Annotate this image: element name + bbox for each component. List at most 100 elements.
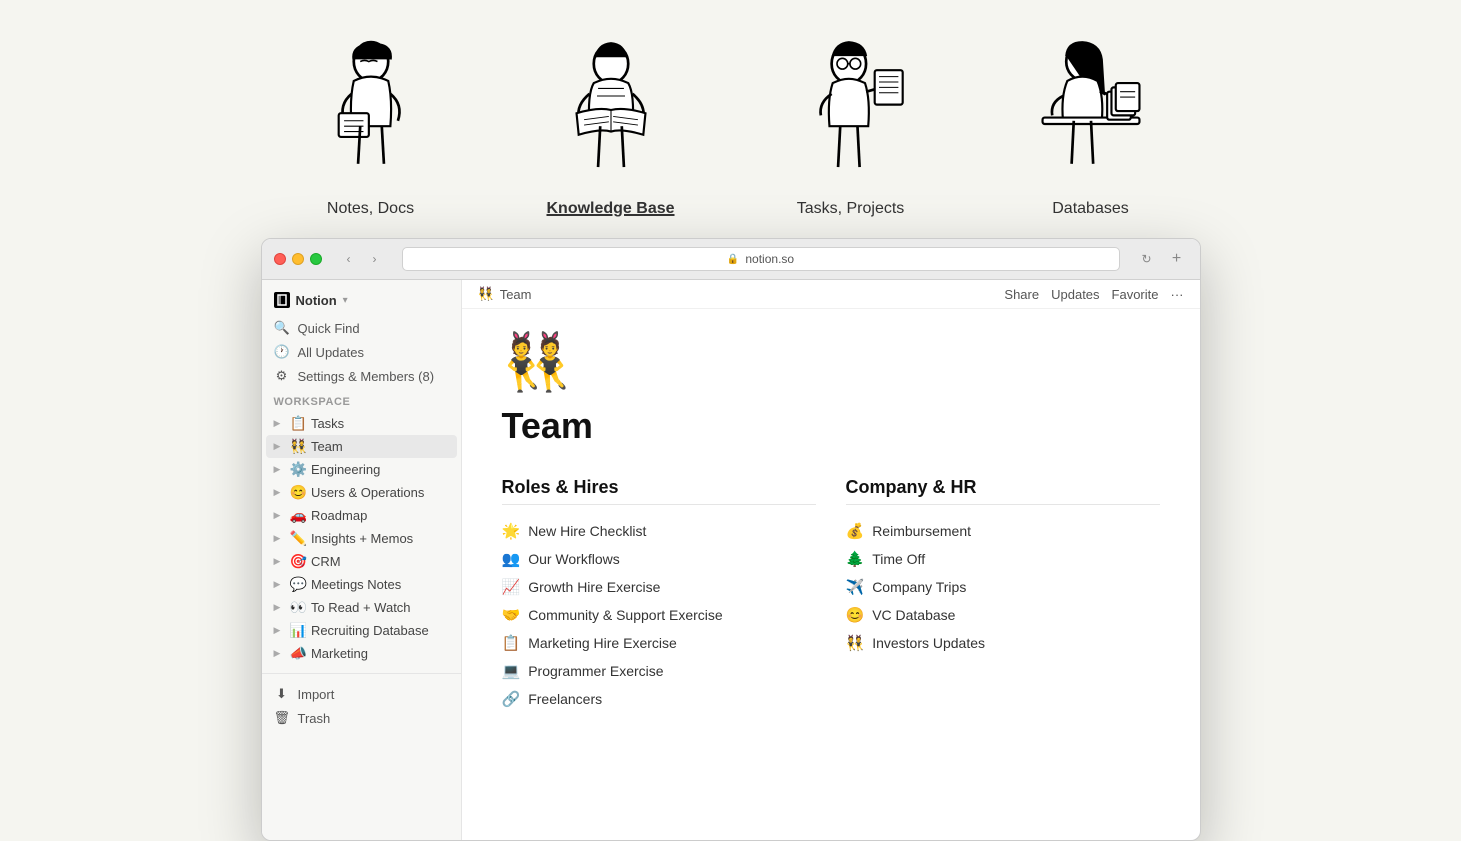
forward-button[interactable]: › — [364, 248, 386, 270]
sidebar-workspace-header[interactable]: Notion ▾ — [262, 288, 461, 316]
company-trips-emoji: ✈️ — [846, 578, 865, 596]
trash-button[interactable]: 🗑 Trash — [262, 706, 461, 730]
sidebar-item-recruiting-db[interactable]: ▶ 📊 Recruiting Database — [266, 619, 457, 642]
sidebar-item-crm[interactable]: ▶ 🎯 CRM — [266, 550, 457, 573]
clock-icon: 🕐 — [274, 344, 290, 360]
notion-logo-icon — [274, 292, 290, 308]
growth-hire-item[interactable]: 📈 Growth Hire Exercise — [502, 573, 816, 601]
workspace-title: Notion — [296, 293, 337, 308]
investors-updates-label: Investors Updates — [872, 635, 985, 651]
new-tab-button[interactable]: + — [1166, 248, 1188, 270]
time-off-item[interactable]: 🌲 Time Off — [846, 545, 1160, 573]
community-emoji: 🤝 — [502, 606, 521, 624]
traffic-lights — [274, 253, 322, 265]
more-options-button[interactable]: ··· — [1171, 287, 1184, 302]
workspace-dropdown-icon: ▾ — [343, 295, 348, 306]
meetings-notes-label: Meetings Notes — [311, 577, 449, 592]
sidebar-bottom: ⬇ Import 🗑 Trash — [262, 673, 461, 730]
illustration-knowledge-base: Knowledge Base — [531, 30, 691, 218]
marketing-hire-item[interactable]: 📋 Marketing Hire Exercise — [502, 629, 816, 657]
tasks-projects-label: Tasks, Projects — [797, 200, 905, 218]
programmer-exercise-item[interactable]: 💻 Programmer Exercise — [502, 657, 816, 685]
sidebar-item-meetings-notes[interactable]: ▶ 💬 Meetings Notes — [266, 573, 457, 596]
trash-label: Trash — [298, 711, 331, 726]
marketing-label: Marketing — [311, 646, 449, 661]
chevron-right-icon: ▶ — [274, 418, 286, 429]
sidebar-item-tasks[interactable]: ▶ 📋 Tasks — [266, 412, 457, 435]
page-breadcrumb: 👯 Team — [478, 286, 532, 302]
our-workflows-item[interactable]: 👥 Our Workflows — [502, 545, 816, 573]
close-button[interactable] — [274, 253, 286, 265]
vc-database-item[interactable]: 😊 VC Database — [846, 601, 1160, 629]
programmer-exercise-label: Programmer Exercise — [528, 663, 663, 679]
illustration-databases: Databases — [1011, 30, 1171, 218]
page-title: Team — [502, 405, 1160, 447]
trash-icon: 🗑 — [274, 710, 290, 726]
updates-button[interactable]: Updates — [1051, 287, 1099, 302]
settings-icon: ⚙ — [274, 368, 290, 384]
marketing-emoji: 📣 — [290, 645, 307, 662]
settings-members-button[interactable]: ⚙ Settings & Members (8) — [262, 364, 461, 388]
all-updates-button[interactable]: 🕐 All Updates — [262, 340, 461, 364]
back-button[interactable]: ‹ — [338, 248, 360, 270]
import-button[interactable]: ⬇ Import — [262, 682, 461, 706]
programmer-emoji: 💻 — [502, 662, 521, 680]
team-label: Team — [311, 439, 449, 454]
quick-find-button[interactable]: 🔍 Quick Find — [262, 316, 461, 340]
chevron-right-icon: ▶ — [274, 487, 286, 498]
chevron-right-icon: ▶ — [274, 533, 286, 544]
investors-updates-item[interactable]: 👯 Investors Updates — [846, 629, 1160, 657]
new-hire-checklist-item[interactable]: 🌟 New Hire Checklist — [502, 517, 816, 545]
chevron-right-icon: ▶ — [274, 464, 286, 475]
chevron-right-icon: ▶ — [274, 625, 286, 636]
company-hr-heading: Company & HR — [846, 477, 1160, 505]
import-label: Import — [298, 687, 335, 702]
url-bar[interactable]: 🔒 notion.so — [402, 247, 1120, 271]
workflows-label: Our Workflows — [528, 551, 620, 567]
roadmap-label: Roadmap — [311, 508, 449, 523]
page-columns: Roles & Hires 🌟 New Hire Checklist 👥 Our… — [502, 477, 1160, 713]
chevron-right-icon: ▶ — [274, 579, 286, 590]
browser-wrapper: ‹ › 🔒 notion.so ↻ + — [0, 238, 1461, 841]
community-support-item[interactable]: 🤝 Community & Support Exercise — [502, 601, 816, 629]
share-button[interactable]: Share — [1004, 287, 1039, 302]
maximize-button[interactable] — [310, 253, 322, 265]
sidebar-item-users-ops[interactable]: ▶ 😊 Users & Operations — [266, 481, 457, 504]
sidebar-item-to-read-watch[interactable]: ▶ 👀 To Read + Watch — [266, 596, 457, 619]
illustration-notes-docs: Notes, Docs — [291, 30, 451, 218]
reload-button[interactable]: ↻ — [1136, 248, 1158, 270]
page-body: 👯 Team Roles & Hires 🌟 New Hire Checklis… — [462, 309, 1200, 733]
reimbursement-item[interactable]: 💰 Reimbursement — [846, 517, 1160, 545]
knowledge-base-figure — [531, 30, 691, 190]
marketing-hire-label: Marketing Hire Exercise — [528, 635, 677, 651]
team-emoji: 👯 — [290, 438, 307, 455]
growth-hire-label: Growth Hire Exercise — [528, 579, 660, 595]
freelancers-emoji: 🔗 — [502, 690, 521, 708]
reimbursement-label: Reimbursement — [872, 523, 971, 539]
minimize-button[interactable] — [292, 253, 304, 265]
illustrations-section: Notes, Docs — [0, 0, 1461, 238]
freelancers-item[interactable]: 🔗 Freelancers — [502, 685, 816, 713]
chevron-right-icon: ▶ — [274, 648, 286, 659]
company-trips-item[interactable]: ✈️ Company Trips — [846, 573, 1160, 601]
favorite-button[interactable]: Favorite — [1112, 287, 1159, 302]
sidebar-item-engineering[interactable]: ▶ ⚙️ Engineering — [266, 458, 457, 481]
to-read-watch-label: To Read + Watch — [311, 600, 449, 615]
recruiting-db-label: Recruiting Database — [311, 623, 449, 638]
reimbursement-emoji: 💰 — [846, 522, 865, 540]
sidebar-item-insights-memos[interactable]: ▶ ✏️ Insights + Memos — [266, 527, 457, 550]
sidebar-item-team[interactable]: ▶ 👯 Team — [266, 435, 457, 458]
workspace-section-label: WORKSPACE — [262, 388, 461, 412]
insights-emoji: ✏️ — [290, 530, 307, 547]
sidebar-item-roadmap[interactable]: ▶ 🚗 Roadmap — [266, 504, 457, 527]
roadmap-emoji: 🚗 — [290, 507, 307, 524]
all-updates-label: All Updates — [298, 345, 364, 360]
chevron-right-icon: ▶ — [274, 510, 286, 521]
roles-hires-heading: Roles & Hires — [502, 477, 816, 505]
sidebar-item-marketing[interactable]: ▶ 📣 Marketing — [266, 642, 457, 665]
tasks-projects-figure — [771, 30, 931, 190]
workflows-emoji: 👥 — [502, 550, 521, 568]
browser-window: ‹ › 🔒 notion.so ↻ + — [261, 238, 1201, 841]
company-hr-section: Company & HR 💰 Reimbursement 🌲 Time Off … — [846, 477, 1160, 713]
nav-arrows: ‹ › — [338, 248, 386, 270]
